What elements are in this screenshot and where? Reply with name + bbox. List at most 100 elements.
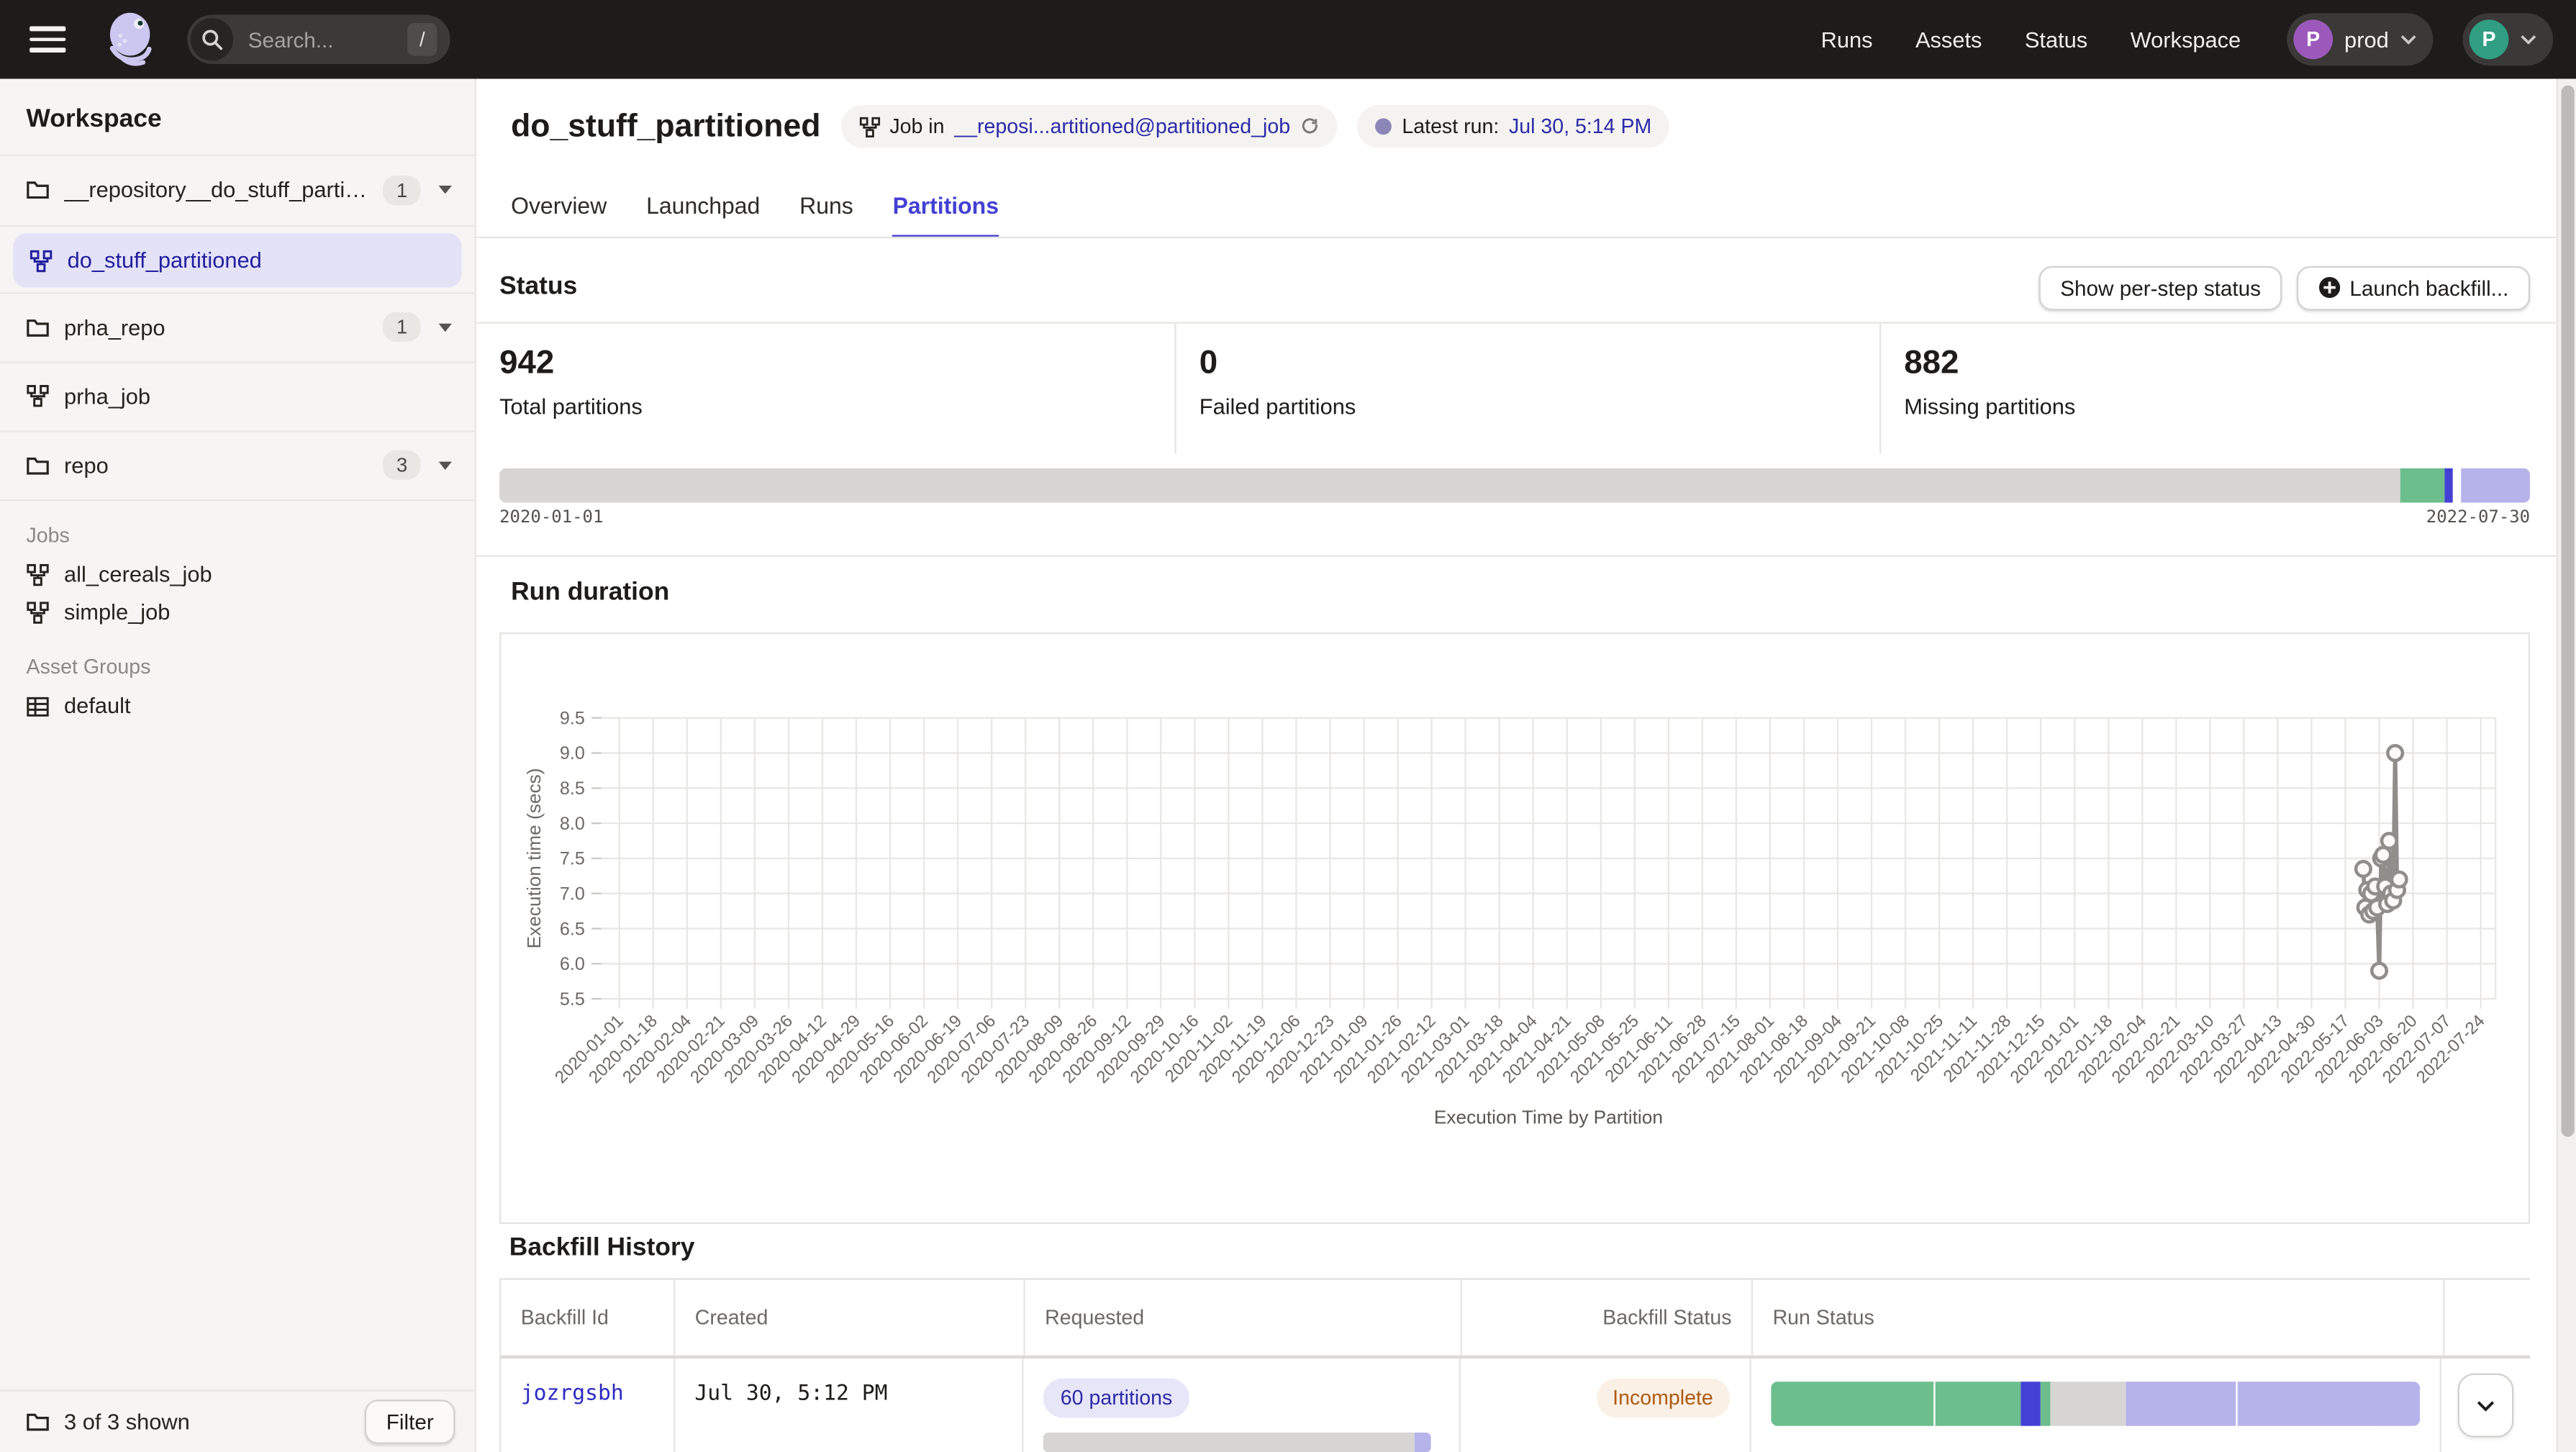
backfill-history-table: Backfill Id Created Requested Backfill S… [499, 1278, 2530, 1452]
partition-range-labels: 2020-01-01 2022-07-30 [499, 508, 2530, 527]
bar-segment [1044, 1433, 1415, 1452]
deployment-switcher[interactable]: P prod [2287, 13, 2433, 65]
status-section-header: Status Show per-step status Launch backf… [499, 260, 2530, 316]
cell-backfill-status: Incomplete [1461, 1358, 1751, 1452]
deployment-name: prod [2344, 27, 2389, 52]
col-run-status: Run Status [1753, 1280, 2444, 1356]
expand-row-button[interactable] [2458, 1374, 2514, 1438]
bar-segment [2050, 1381, 2126, 1426]
nav-link-runs[interactable]: Runs [1821, 27, 1873, 52]
job-icon [30, 249, 53, 272]
show-per-step-status-button[interactable]: Show per-step status [2039, 266, 2282, 310]
sidebar-item-do-stuff-partitioned[interactable]: do_stuff_partitioned [13, 233, 461, 287]
repo-count-badge: 1 [384, 175, 421, 204]
requested-range-bar: 2020-01-01 2022-07-30 [1044, 1433, 1432, 1452]
partition-stats: 942 Total partitions 0 Failed partitions… [476, 322, 2557, 454]
stat-failed-partitions: 0 Failed partitions [1174, 324, 1879, 453]
sidebar-repo-row-1[interactable]: __repository__do_stuff_partitio... 1 [0, 155, 475, 225]
bar-segment [1936, 1381, 2020, 1426]
run-status-bar[interactable] [1771, 1381, 2420, 1426]
job-icon [27, 384, 50, 407]
latest-run-pill: Latest run: Jul 30, 5:14 PM [1358, 105, 1670, 148]
stat-missing-partitions: 882 Missing partitions [1879, 324, 2557, 453]
nav-link-status[interactable]: Status [2025, 27, 2087, 52]
nav-link-workspace[interactable]: Workspace [2131, 27, 2241, 52]
backfill-id-link[interactable]: jozrgsbh [521, 1381, 624, 1406]
jobs-section-label: Jobs [0, 516, 475, 555]
job-icon [27, 601, 50, 624]
job-origin-link[interactable]: __reposi...artitioned@partitioned_job [954, 115, 1290, 138]
job-label: prha_job [64, 384, 150, 408]
bar-segment [499, 468, 2400, 503]
repo-name: __repository__do_stuff_partitio... [64, 178, 368, 202]
svg-text:7.5: 7.5 [560, 849, 585, 869]
svg-text:6.5: 6.5 [560, 919, 585, 939]
vertical-scrollbar[interactable] [2557, 79, 2576, 1452]
asset-group-icon [27, 694, 50, 717]
bar-segment [2126, 1381, 2236, 1426]
table-header-row: Backfill Id Created Requested Backfill S… [499, 1280, 2530, 1359]
shown-count: 3 of 3 shown [64, 1410, 350, 1434]
page-header: do_stuff_partitioned Job in __reposi...a… [511, 105, 2511, 148]
scrollbar-thumb[interactable] [2560, 86, 2573, 1137]
svg-text:5.5: 5.5 [560, 989, 585, 1009]
caret-down-icon[interactable] [439, 460, 452, 468]
caret-down-icon[interactable] [439, 323, 452, 331]
sidebar-repo-row-2[interactable]: prha_repo 1 [0, 292, 475, 361]
dagster-logo-icon[interactable] [102, 10, 161, 69]
svg-text:6.0: 6.0 [560, 954, 585, 974]
sidebar-item-all-cereals-job[interactable]: all_cereals_job [0, 555, 475, 594]
sidebar-item-default-asset-group[interactable]: default [0, 686, 475, 725]
user-menu[interactable]: P [2463, 13, 2554, 65]
asset-group-label: default [64, 694, 131, 718]
bar-segment [2020, 1381, 2040, 1426]
status-heading: Status [499, 273, 577, 302]
range-start: 2020-01-01 [499, 508, 603, 527]
hamburger-menu-icon[interactable] [30, 27, 65, 53]
reload-icon[interactable] [1300, 117, 1320, 136]
svg-text:Execution Time by Partition: Execution Time by Partition [1434, 1107, 1663, 1128]
stat-label: Total partitions [499, 394, 1174, 419]
nav-link-assets[interactable]: Assets [1915, 27, 1982, 52]
cell-actions [2441, 1358, 2530, 1452]
filter-button[interactable]: Filter [365, 1399, 455, 1444]
search-input[interactable] [245, 25, 389, 53]
job-icon [27, 563, 50, 586]
sidebar-repo-row-3[interactable]: repo 3 [0, 430, 475, 499]
job-label: simple_job [64, 599, 170, 624]
run-duration-heading: Run duration [511, 578, 669, 608]
col-backfill-status: Backfill Status [1462, 1280, 1753, 1356]
col-created: Created [675, 1280, 1025, 1356]
asset-groups-section-label: Asset Groups [0, 648, 475, 687]
job-icon [858, 116, 880, 137]
svg-text:8.0: 8.0 [560, 814, 585, 834]
plus-circle-icon [2318, 275, 2341, 298]
selected-job-label: do_stuff_partitioned [68, 248, 262, 273]
col-requested: Requested [1025, 1280, 1462, 1356]
tab-runs[interactable]: Runs [799, 173, 853, 238]
partition-status-bar[interactable] [499, 468, 2530, 503]
sidebar-item-simple-job[interactable]: simple_job [0, 593, 475, 631]
bar-segment [2238, 1381, 2420, 1426]
stat-total-partitions: 942 Total partitions [476, 324, 1174, 453]
tab-overview[interactable]: Overview [511, 173, 607, 238]
main-content: do_stuff_partitioned Job in __reposi...a… [476, 79, 2576, 1452]
search-box[interactable]: / [187, 15, 450, 64]
stat-value: 942 [499, 345, 1174, 383]
launch-backfill-button[interactable]: Launch backfill... [2297, 266, 2530, 310]
tab-partitions[interactable]: Partitions [893, 173, 999, 238]
stat-label: Missing partitions [1904, 394, 2556, 419]
sidebar-item-prha-job[interactable]: prha_job [0, 361, 475, 430]
latest-run-link[interactable]: Jul 30, 5:14 PM [1509, 115, 1651, 138]
requested-partitions-pill[interactable]: 60 partitions [1044, 1379, 1189, 1418]
run-duration-chart[interactable]: 9.59.08.58.07.57.06.56.05.52020-01-01202… [499, 632, 2530, 1224]
chevron-down-icon [2520, 35, 2536, 45]
bar-segment [2445, 468, 2453, 503]
caret-down-icon[interactable] [439, 186, 452, 194]
top-nav: / Runs Assets Status Workspace P prod P [0, 0, 2576, 79]
tab-launchpad[interactable]: Launchpad [646, 173, 760, 238]
range-end: 2022-07-30 [2426, 508, 2530, 527]
svg-text:9.5: 9.5 [560, 708, 585, 728]
sidebar-footer: 3 of 3 shown Filter [0, 1390, 475, 1452]
svg-text:9.0: 9.0 [560, 743, 585, 763]
